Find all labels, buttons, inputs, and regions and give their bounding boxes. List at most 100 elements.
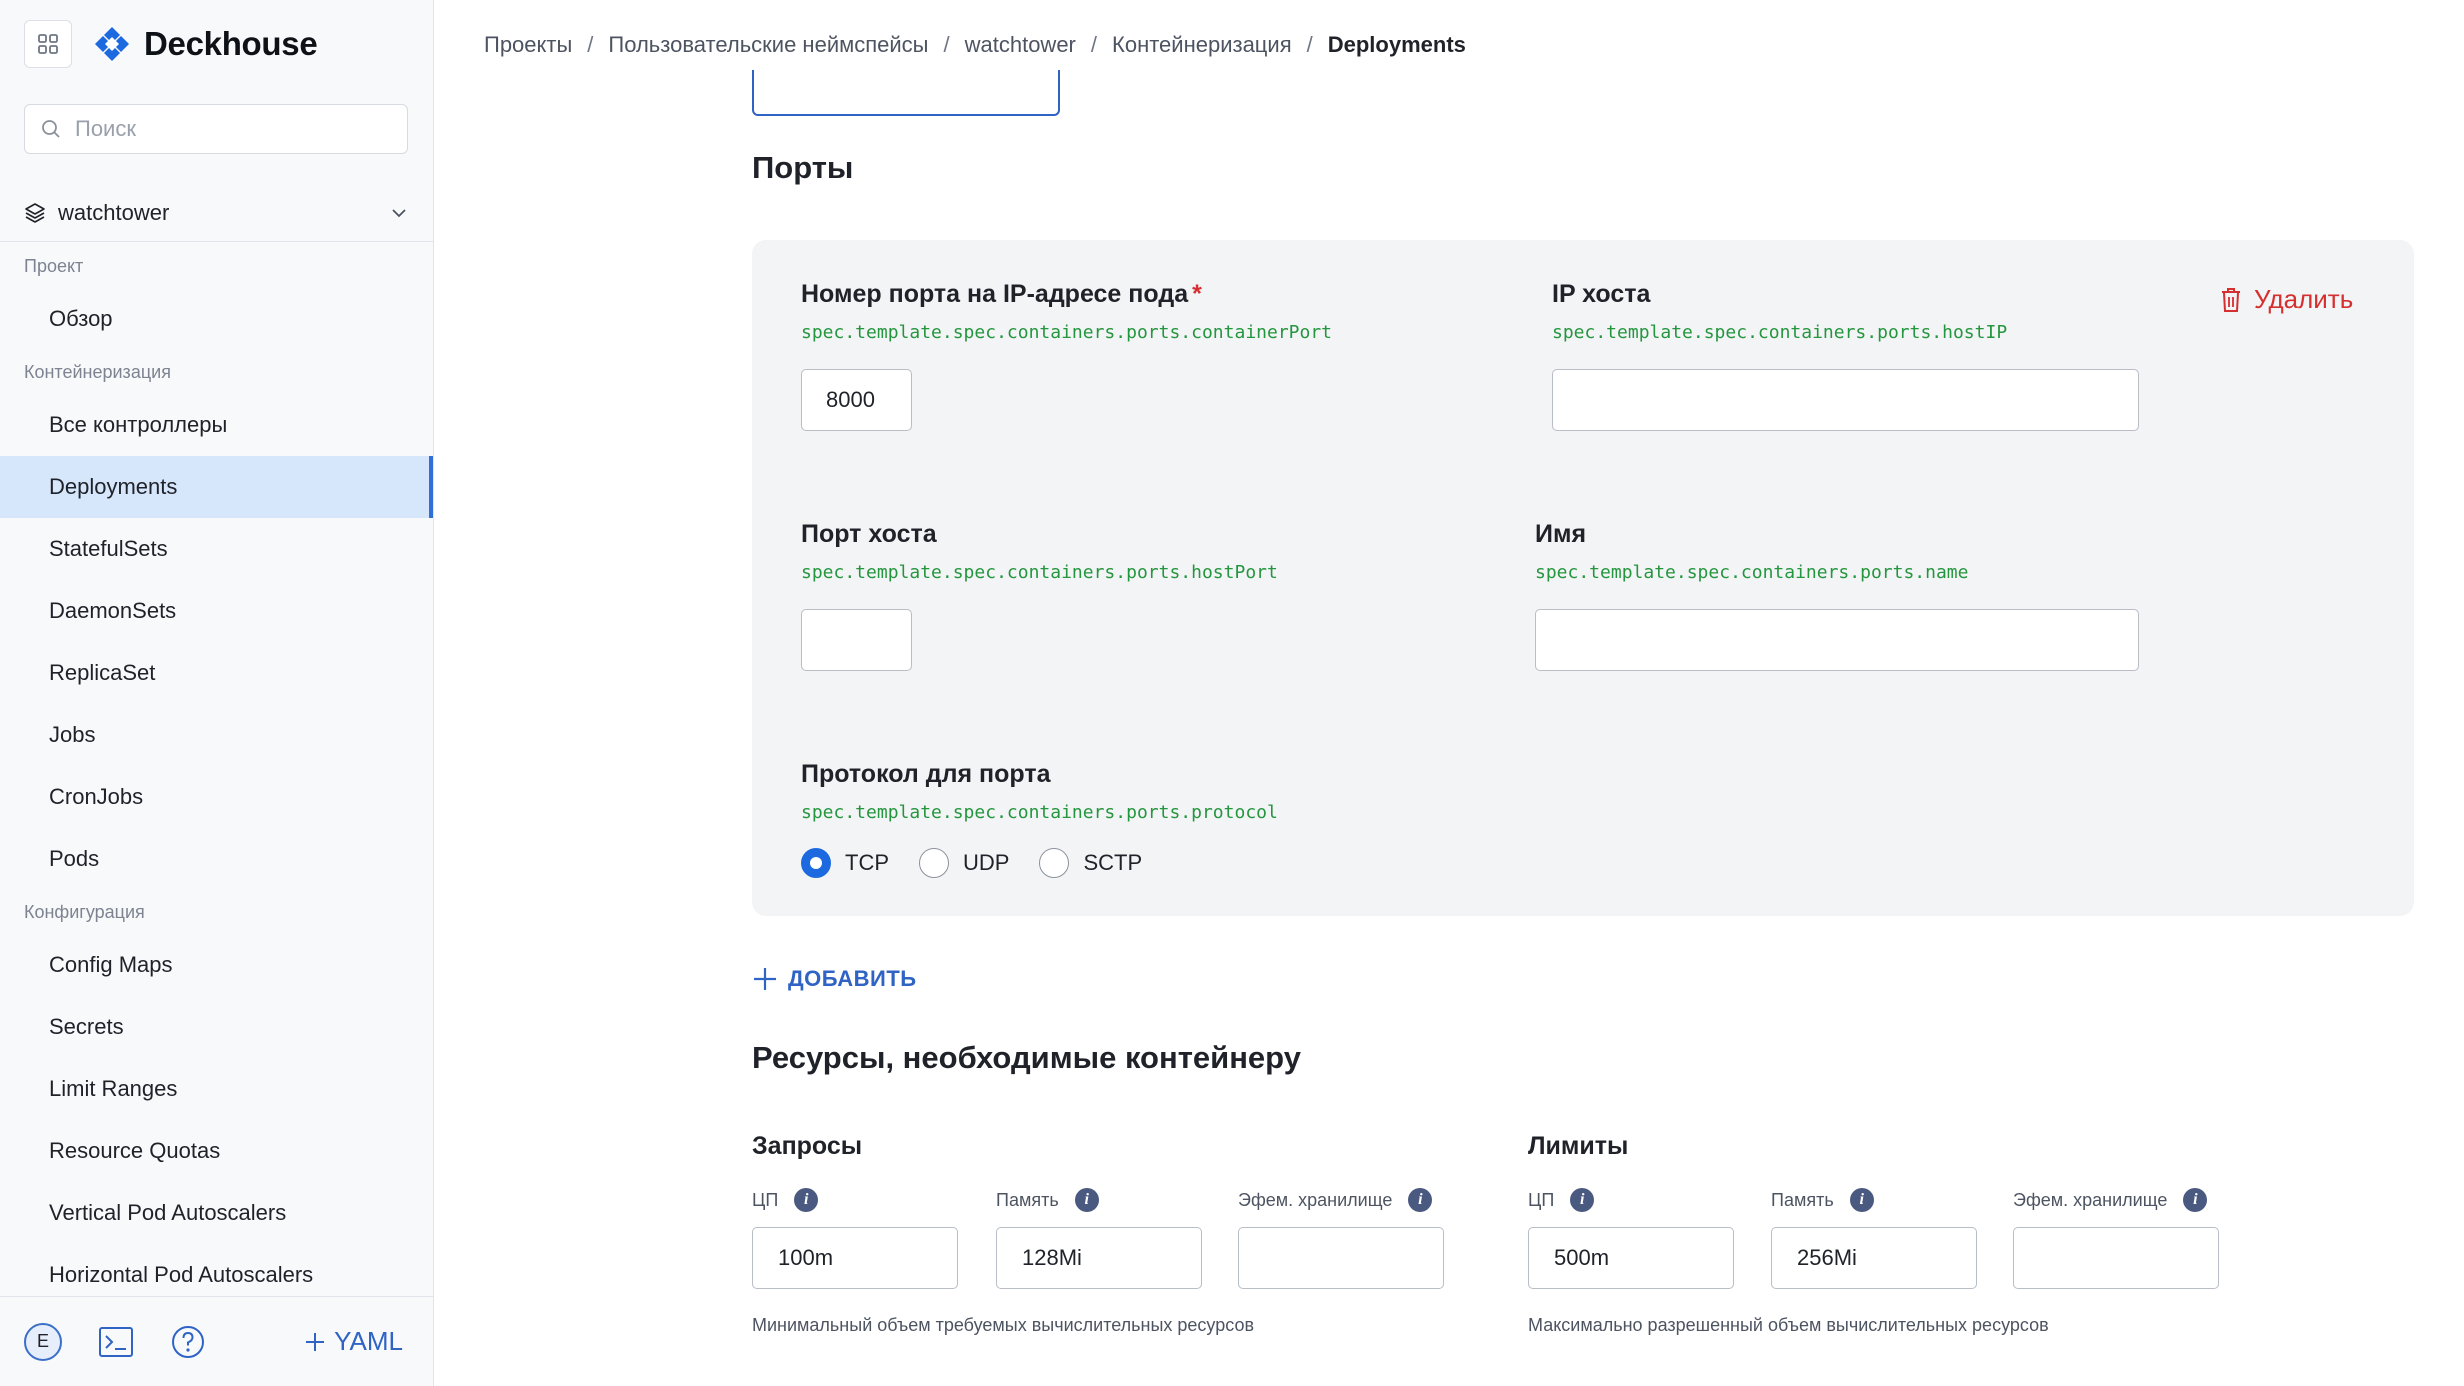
breadcrumb-separator: / [1090, 32, 1098, 57]
info-icon[interactable]: i [794, 1188, 819, 1212]
sidebar-item-pods[interactable]: Pods [0, 828, 433, 890]
info-icon[interactable]: i [2183, 1188, 2208, 1212]
radio-label: UDP [963, 850, 1010, 875]
sidebar-footer: E YAML [0, 1296, 433, 1386]
sidebar-item-limit-ranges[interactable]: Limit Ranges [0, 1058, 433, 1120]
add-yaml-button[interactable]: YAML [304, 1326, 403, 1357]
info-icon[interactable]: i [1074, 1188, 1099, 1212]
requests-ephemeral-label: Эфем. хранилище i [1238, 1188, 1433, 1212]
requests-memory-label: Память i [996, 1188, 1099, 1212]
breadcrumb-user-namespaces[interactable]: Пользовательские неймспейсы [608, 32, 928, 58]
apps-menu-button[interactable] [24, 20, 72, 68]
sidebar-item-daemonsets[interactable]: DaemonSets [0, 580, 433, 642]
port-card: Номер порта на IP-адресе пода * spec.temp… [752, 240, 2414, 916]
requests-ephemeral-input[interactable] [1238, 1227, 1444, 1289]
host-port-input[interactable] [801, 609, 912, 671]
sidebar-item-cronjobs[interactable]: CronJobs [0, 766, 433, 828]
protocol-udp-radio[interactable]: UDP [919, 848, 1009, 878]
radio-label: SCTP [1083, 850, 1143, 875]
info-icon[interactable]: i [1849, 1188, 1874, 1212]
breadcrumb-namespace[interactable]: watchtower [965, 32, 1076, 58]
add-port-button[interactable]: ДОБАВИТЬ [752, 966, 917, 992]
limits-hint: Максимально разрешенный объем вычислител… [1528, 1315, 2049, 1335]
port-name-input[interactable] [1535, 609, 2139, 671]
deckhouse-logo-icon [95, 27, 129, 61]
host-port-label: Порт хоста [801, 520, 937, 548]
breadcrumb-current: Deployments [1327, 32, 1466, 57]
breadcrumb: Проекты / Пользовательские неймспейсы / … [484, 32, 1466, 58]
requests-cpu-input[interactable] [752, 1227, 958, 1289]
breadcrumb-projects[interactable]: Проекты [484, 32, 572, 58]
container-port-path: spec.template.spec.containers.ports.cont… [801, 322, 1333, 343]
limits-cpu-input[interactable] [1528, 1227, 1734, 1289]
host-port-path: spec.template.spec.containers.ports.host… [801, 562, 1278, 583]
deckhouse-logo[interactable]: Deckhouse [92, 24, 318, 64]
container-port-input[interactable] [801, 369, 912, 431]
search-icon [42, 120, 60, 138]
sidebar-header: Deckhouse [24, 20, 318, 68]
container-port-label-text: Номер порта на IP-адресе пода [801, 280, 1189, 308]
requests-ephemeral-label-text: Эфем. хранилище [1238, 1189, 1393, 1210]
add-port-label: ДОБАВИТЬ [788, 966, 917, 991]
sidebar-item-vpa[interactable]: Vertical Pod Autoscalers [0, 1182, 433, 1244]
namespace-label: watchtower [58, 199, 170, 225]
requests-memory-input[interactable] [996, 1227, 1202, 1289]
info-icon[interactable]: i [1408, 1188, 1433, 1212]
nav-group-project: Проект [24, 256, 84, 276]
search-input[interactable] [73, 115, 393, 143]
plus-icon [754, 968, 776, 990]
info-icon[interactable]: i [1570, 1188, 1595, 1212]
sidebar-item-secrets[interactable]: Secrets [0, 996, 433, 1058]
protocol-tcp-radio[interactable]: TCP [801, 848, 889, 878]
required-mark: * [1192, 280, 1202, 308]
breadcrumb-separator: / [1306, 32, 1313, 57]
host-ip-label: IP хоста [1552, 280, 1651, 308]
nav-group-configuration: Конфигурация [24, 902, 145, 922]
protocol-sctp-radio[interactable]: SCTP [1039, 848, 1142, 878]
resources-title: Ресурсы, необходимые контейнеру [752, 1040, 1301, 1075]
port-name-path: spec.template.spec.containers.ports.name [1535, 562, 1969, 583]
radio-checked-icon [801, 848, 831, 878]
limits-memory-input[interactable] [1771, 1227, 1977, 1289]
limits-ephemeral-label-text: Эфем. хранилище [2013, 1189, 2168, 1210]
help-icon [172, 1325, 204, 1358]
namespace-selector[interactable]: watchtower [0, 184, 433, 242]
delete-port-button[interactable]: Удалить [2220, 284, 2353, 315]
requests-memory-label-text: Память [996, 1189, 1059, 1210]
breadcrumb-separator: / [587, 32, 594, 57]
breadcrumb-containerization[interactable]: Контейнеризация [1112, 32, 1292, 58]
sidebar-item-jobs[interactable]: Jobs [0, 704, 433, 766]
limits-title: Лимиты [1528, 1132, 1629, 1160]
radio-unchecked-icon [919, 848, 949, 878]
sidebar-item-resource-quotas[interactable]: Resource Quotas [0, 1120, 433, 1182]
delete-label: Удалить [2254, 284, 2354, 314]
protocol-label: Протокол для порта [801, 760, 1051, 788]
sidebar-item-deployments[interactable]: Deployments [0, 456, 433, 518]
grid-icon [38, 34, 58, 54]
help-button[interactable] [170, 1324, 206, 1360]
limits-memory-label-text: Память [1771, 1189, 1834, 1210]
terminal-icon [99, 1326, 133, 1357]
set-arguments-button[interactable] [752, 70, 1060, 116]
limits-cpu-label-text: ЦП [1528, 1189, 1555, 1210]
user-avatar[interactable]: E [24, 1322, 62, 1361]
ports-title: Порты [752, 150, 854, 185]
container-port-label: Номер порта на IP-адресе пода * [801, 280, 1202, 309]
protocol-radio-group: TCP UDP SCTP [801, 848, 1172, 878]
nav-group-containerization: Контейнеризация [24, 362, 171, 382]
sidebar-item-config-maps[interactable]: Config Maps [0, 934, 433, 996]
sidebar-item-replicaset[interactable]: ReplicaSet [0, 642, 433, 704]
radio-label: TCP [845, 850, 889, 875]
trash-icon [2222, 287, 2240, 312]
limits-ephemeral-input[interactable] [2013, 1227, 2219, 1289]
requests-cpu-label-text: ЦП [752, 1189, 779, 1210]
layers-icon [25, 202, 45, 223]
sidebar-nav: Проект Обзор Контейнеризация Все контрол… [0, 244, 433, 1306]
yaml-label: YAML [334, 1326, 403, 1356]
host-ip-input[interactable] [1552, 369, 2139, 431]
terminal-button[interactable] [98, 1326, 134, 1358]
sidebar-item-overview[interactable]: Обзор [0, 288, 433, 350]
sidebar-search[interactable] [24, 104, 408, 154]
sidebar-item-all-controllers[interactable]: Все контроллеры [0, 394, 433, 456]
sidebar-item-statefulsets[interactable]: StatefulSets [0, 518, 433, 580]
